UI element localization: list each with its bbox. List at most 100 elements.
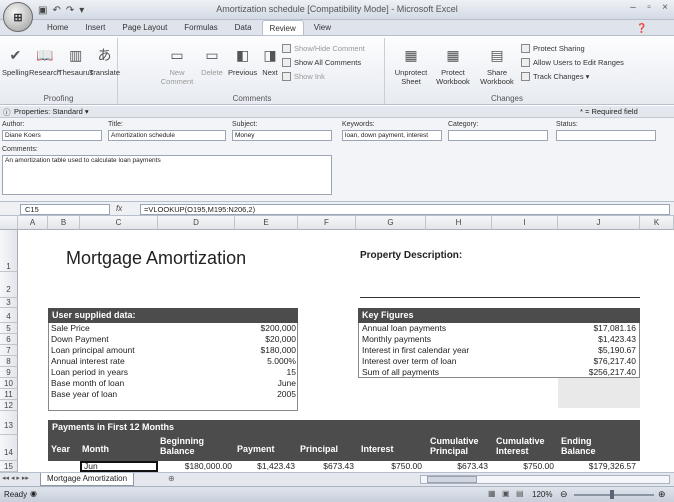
user-data-value[interactable]: $200,000 [236,323,296,333]
user-data-value[interactable]: 15 [236,367,296,377]
protect-sharing-button[interactable]: Protect Sharing [521,44,585,53]
zoom-level[interactable]: 120% [532,490,552,499]
column-header[interactable]: A [18,216,48,230]
office-button[interactable]: ⊞ [3,2,33,32]
zoom-slider[interactable] [574,494,654,496]
unprotect-sheet-button[interactable]: ▦ Unprotect Sheet [393,44,429,87]
tab-page-layout[interactable]: Page Layout [115,20,174,36]
payment-ending-balance[interactable]: $179,326.57 [558,461,636,471]
subject-field[interactable]: Money [232,130,332,141]
row-header[interactable]: 10 [0,378,18,389]
show-ink-button[interactable]: Show Ink [282,72,325,81]
select-all-corner[interactable] [0,216,18,230]
allow-users-edit-ranges-button[interactable]: Allow Users to Edit Ranges [521,58,624,67]
zoom-slider-thumb[interactable] [610,490,614,499]
payment-amount[interactable]: $1,423.43 [235,461,295,471]
column-header[interactable]: G [356,216,426,230]
payment-cumulative-principal[interactable]: $673.43 [426,461,488,471]
tab-insert[interactable]: Insert [78,20,112,36]
tab-view[interactable]: View [307,20,338,36]
comments-field[interactable]: An amortization table used to calculate … [2,155,332,195]
column-header[interactable]: I [492,216,558,230]
payment-cumulative-interest[interactable]: $750.00 [492,461,554,471]
sheet-tab-mortgage-amortization[interactable]: Mortgage Amortization [40,473,135,486]
row-header[interactable]: 4 [0,308,18,323]
column-header[interactable]: E [235,216,298,230]
research-button[interactable]: 📖 Research [29,44,61,78]
delete-comment-button[interactable]: ▭ Delete [200,44,224,78]
col-cumulative-principal: Cumulative Principal [430,436,479,456]
formula-input[interactable]: =VLOOKUP(O195,M195:N206,2) [140,204,670,215]
row-header[interactable]: 1 [0,230,18,272]
column-header[interactable]: D [158,216,235,230]
scrollbar-thumb[interactable] [427,476,477,483]
tab-review[interactable]: Review [261,20,304,36]
previous-comment-button[interactable]: ◧ Previous [228,44,257,78]
row-header[interactable]: 8 [0,356,18,367]
insert-sheet-icon[interactable]: ⊕ [168,474,175,483]
user-data-value[interactable]: $180,000 [236,345,296,355]
tab-formulas[interactable]: Formulas [177,20,224,36]
user-data-value[interactable]: 5.000% [236,356,296,366]
zoom-in-icon[interactable]: ⊕ [658,489,666,500]
row-header[interactable]: 11 [0,389,18,400]
column-header[interactable]: K [640,216,674,230]
page-break-view-icon[interactable]: ▤ [516,489,524,498]
row-header[interactable]: 2 [0,272,18,298]
new-comment-button[interactable]: ▭ New Comment [160,44,194,87]
column-header[interactable]: B [48,216,80,230]
properties-view-dropdown[interactable]: Properties: Standard ▾ [14,107,89,116]
document-properties-panel: Author: Diane Koers Title: Amortization … [0,118,674,202]
category-label: Category: [448,121,479,128]
show-hide-comment-button[interactable]: Show/Hide Comment [282,44,365,53]
tab-data[interactable]: Data [228,20,259,36]
name-box[interactable]: C15 [20,204,110,215]
tab-home[interactable]: Home [40,20,75,36]
sheet-nav-arrows[interactable]: ◂◂ ◂ ▸ ▸▸ [2,474,29,482]
changes-group: ▦ Unprotect Sheet ▦ Protect Workbook ▤ S… [387,38,627,104]
share-workbook-button[interactable]: ▤ Share Workbook [477,44,517,87]
macro-record-icon[interactable]: ◉ [30,489,37,498]
payments-header: Payments in First 12 Months [48,420,640,435]
category-field[interactable] [448,130,548,141]
row-header[interactable]: 14 [0,435,18,461]
payment-principal[interactable]: $673.43 [298,461,354,471]
status-field[interactable] [556,130,656,141]
row-header[interactable]: 9 [0,367,18,378]
payment-month[interactable]: Jun [84,461,98,471]
row-header[interactable]: 15 [0,461,18,472]
column-header[interactable]: H [426,216,492,230]
row-header[interactable]: 3 [0,298,18,308]
row-header[interactable]: 7 [0,345,18,356]
close-button[interactable]: × [658,2,672,16]
row-header[interactable]: 5 [0,323,18,334]
title-field[interactable]: Amortization schedule [108,130,226,141]
help-icon[interactable]: ❓ [636,23,647,34]
horizontal-scrollbar[interactable] [420,475,670,484]
row-header[interactable]: 13 [0,411,18,435]
user-data-value[interactable]: June [236,378,296,388]
payment-interest[interactable]: $750.00 [356,461,422,471]
author-field[interactable]: Diane Koers [2,130,102,141]
user-data-value[interactable]: 2005 [236,389,296,399]
column-header[interactable]: C [80,216,158,230]
column-header[interactable]: F [298,216,356,230]
zoom-out-icon[interactable]: ⊖ [560,489,568,500]
minimize-button[interactable]: – [626,2,640,16]
normal-view-icon[interactable]: ▦ [488,489,496,498]
row-header[interactable]: 6 [0,334,18,345]
insert-function-button[interactable]: fx [116,204,122,213]
payment-beginning-balance[interactable]: $180,000.00 [158,461,232,471]
user-data-value[interactable]: $20,000 [236,334,296,344]
keywords-field[interactable]: loan, down payment, interest [342,130,442,141]
next-comment-button[interactable]: ◨ Next [258,44,282,78]
spelling-button[interactable]: ✔ Spelling [2,44,29,78]
column-header[interactable]: J [558,216,640,230]
translate-button[interactable]: あ Translate [89,44,120,78]
show-all-comments-button[interactable]: Show All Comments [282,58,361,67]
restore-button[interactable]: ▫ [642,2,656,16]
track-changes-button[interactable]: Track Changes ▾ [521,72,589,81]
protect-workbook-button[interactable]: ▦ Protect Workbook [433,44,473,87]
page-layout-view-icon[interactable]: ▣ [502,489,510,498]
row-header[interactable]: 12 [0,400,18,411]
